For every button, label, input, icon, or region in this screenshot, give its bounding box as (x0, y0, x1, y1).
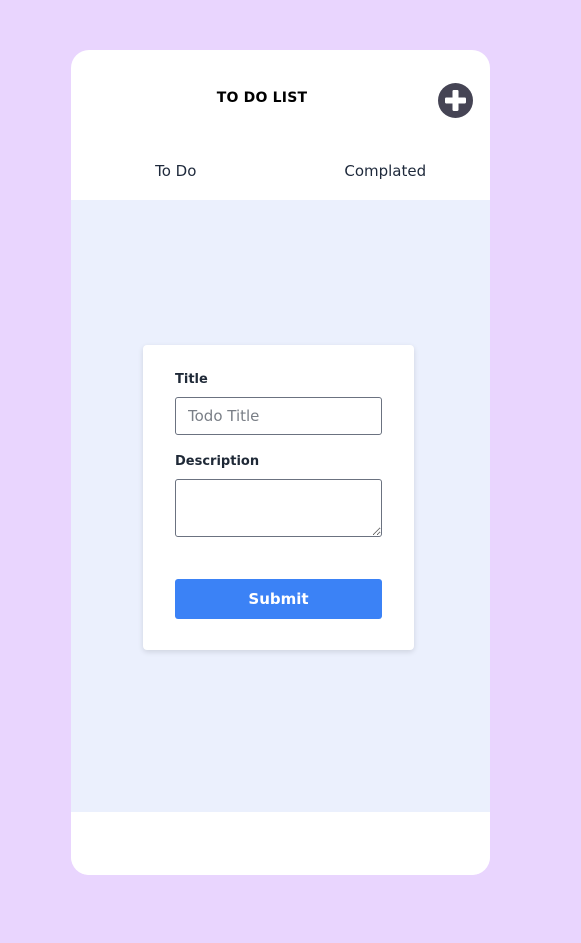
plus-icon (445, 90, 466, 111)
add-todo-button[interactable] (438, 83, 473, 118)
title-input[interactable] (175, 397, 382, 435)
app-header: TO DO LIST (71, 50, 490, 150)
tab-bar: To Do Complated (71, 150, 490, 200)
app-container: TO DO LIST To Do Complated Title Descrip… (71, 50, 490, 875)
description-textarea[interactable] (175, 479, 382, 537)
tab-completed[interactable]: Complated (281, 150, 491, 200)
title-label: Title (175, 372, 208, 387)
main-content: Title Description Submit (71, 200, 490, 812)
app-title: TO DO LIST (216, 90, 308, 106)
submit-button[interactable]: Submit (175, 579, 382, 619)
app-footer (71, 812, 490, 875)
tab-todo[interactable]: To Do (71, 150, 281, 200)
add-todo-form: Title Description Submit (143, 345, 414, 650)
description-label: Description (175, 454, 260, 469)
